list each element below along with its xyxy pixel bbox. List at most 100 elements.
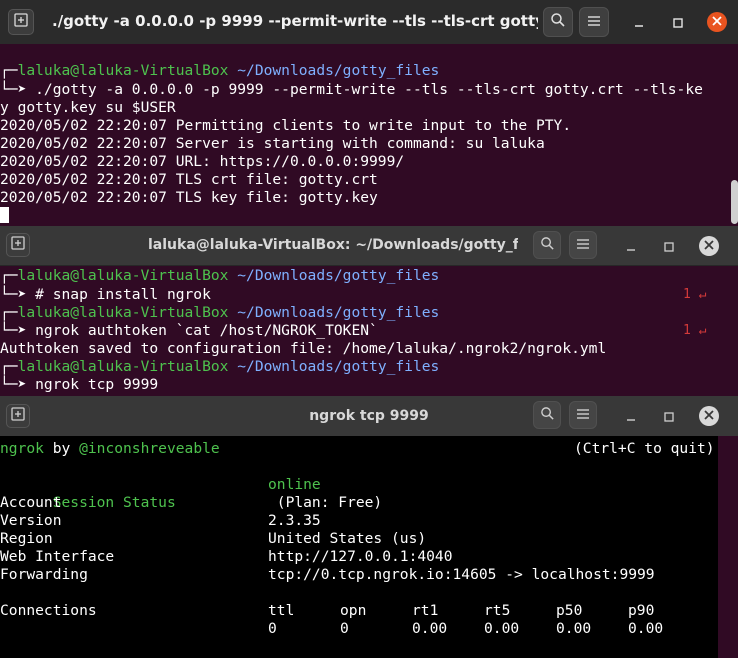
maximize-button[interactable] <box>660 407 678 425</box>
maximize-icon <box>664 407 674 426</box>
info-value: United States (us) <box>268 530 427 547</box>
command-text: ngrok tcp 9999 <box>26 376 159 393</box>
prompt-user: laluka@laluka-VirtualBox <box>17 304 229 321</box>
ngrok-author: @inconshreveable <box>79 440 220 457</box>
info-label: Region <box>0 530 53 547</box>
maximize-button[interactable] <box>660 237 678 255</box>
ngrok-console[interactable]: ngrok by @inconshreveable (Ctrl+C to qui… <box>0 438 718 658</box>
info-label: Version <box>0 512 62 529</box>
command-line-wrap: y gotty.key su $USER <box>0 99 176 116</box>
title-bar[interactable]: ./gotty -a 0.0.0.0 -p 9999 --permit-writ… <box>0 0 738 44</box>
maximize-icon <box>673 13 683 32</box>
info-label: Forwarding <box>0 566 88 583</box>
conn-value: 0.00 <box>412 620 448 637</box>
status-value: online <box>268 476 321 493</box>
conn-header: rt5 <box>484 602 511 619</box>
log-line: 2020/05/02 22:20:07 Permitting clients t… <box>0 117 572 134</box>
info-value: tcp://0.tcp.ngrok.io:14605 -> localhost:… <box>268 566 655 583</box>
prompt-corner: ┌─ <box>0 304 18 321</box>
conn-header: opn <box>340 602 367 619</box>
menu-button[interactable] <box>569 401 597 429</box>
close-icon <box>704 409 714 423</box>
minimize-icon <box>626 237 636 256</box>
terminal-window-ngrok-setup[interactable]: laluka@laluka-VirtualBox: ~/Downloads/go… <box>0 226 738 396</box>
conn-value: 0.00 <box>556 620 592 637</box>
prompt-path: ~/Downloads/gotty_files <box>237 358 440 375</box>
terminal-window-ngrok[interactable]: ngrok tcp 9999 ngrok by @inconshreveable… <box>0 396 738 658</box>
command-line: └─➤ # snap install ngrok <box>0 286 211 304</box>
maximize-button[interactable] <box>669 13 687 31</box>
scrollbar-thumb[interactable] <box>731 180 738 224</box>
minimize-button[interactable] <box>622 407 640 425</box>
search-icon <box>550 12 566 32</box>
close-button[interactable] <box>699 406 719 426</box>
prompt-line: ┌─laluka@laluka-VirtualBox ~/Downloads/g… <box>0 304 439 322</box>
quit-hint: (Ctrl+C to quit) <box>574 440 715 457</box>
prompt-corner: ┌─ <box>0 358 18 375</box>
exit-status: 1 ↵ <box>683 323 707 338</box>
maximize-icon <box>664 237 674 256</box>
log-line: 2020/05/02 22:20:07 TLS key file: gotty.… <box>0 189 378 206</box>
command-text: # snap install ngrok <box>26 286 211 303</box>
new-tab-button[interactable] <box>6 233 30 257</box>
conn-value: 0.00 <box>484 620 520 637</box>
search-button[interactable] <box>533 401 561 429</box>
window-edge-gap <box>718 436 738 658</box>
conn-header: p50 <box>556 602 583 619</box>
info-label: Account <box>0 494 62 511</box>
menu-button[interactable] <box>579 7 609 37</box>
conn-value: 0 <box>268 620 277 637</box>
command-line: └─➤ ngrok tcp 9999 <box>0 376 158 394</box>
prompt-corner: ┌─ <box>0 62 18 79</box>
info-label: Web Interface <box>0 548 115 565</box>
prompt-arrow: └─➤ <box>0 286 27 303</box>
conn-header: p90 <box>628 602 655 619</box>
menu-button[interactable] <box>569 231 597 259</box>
minimize-icon <box>626 407 636 426</box>
prompt-line: ┌─laluka@laluka-VirtualBox ~/Downloads/g… <box>0 62 439 80</box>
search-button[interactable] <box>533 231 561 259</box>
close-icon <box>712 15 722 29</box>
search-icon <box>540 236 555 255</box>
status-label: Session Status <box>52 494 176 511</box>
terminal-output[interactable]: ┌─laluka@laluka-VirtualBox ~/Downloads/g… <box>0 267 738 396</box>
prompt-arrow: └─➤ <box>0 81 27 98</box>
info-value: (Plan: Free) <box>268 494 383 511</box>
info-value: 2.3.35 <box>268 512 321 529</box>
command-text: ngrok authtoken `cat /host/NGROK_TOKEN` <box>26 322 378 339</box>
window-title: ./gotty -a 0.0.0.0 -p 9999 --permit-writ… <box>52 12 538 30</box>
ngrok-header: ngrok by @inconshreveable <box>0 440 220 458</box>
ngrok-by: by <box>43 440 80 457</box>
status-row: Session Status <box>0 476 176 511</box>
log-line: Authtoken saved to configuration file: /… <box>0 340 607 357</box>
prompt-path: ~/Downloads/gotty_files <box>237 267 440 284</box>
text-cursor <box>0 207 9 223</box>
log-line: 2020/05/02 22:20:07 Server is starting w… <box>0 135 545 152</box>
info-value: http://127.0.0.1:4040 <box>268 548 453 565</box>
prompt-line: ┌─laluka@laluka-VirtualBox ~/Downloads/g… <box>0 358 439 376</box>
prompt-arrow: └─➤ <box>0 376 27 393</box>
command-line: └─➤ ngrok authtoken `cat /host/NGROK_TOK… <box>0 322 378 340</box>
prompt-corner: ┌─ <box>0 267 18 284</box>
terminal-window-gotty[interactable]: ./gotty -a 0.0.0.0 -p 9999 --permit-writ… <box>0 0 738 226</box>
minimize-button[interactable] <box>622 237 640 255</box>
log-line: 2020/05/02 22:20:07 URL: https://0.0.0.0… <box>0 153 405 170</box>
search-icon <box>540 406 555 425</box>
title-bar[interactable]: laluka@laluka-VirtualBox: ~/Downloads/go… <box>0 226 738 266</box>
new-tab-icon <box>14 13 28 31</box>
hamburger-menu-icon <box>576 406 590 424</box>
terminal-output[interactable]: ┌─laluka@laluka-VirtualBox ~/Downloads/g… <box>0 62 738 226</box>
search-button[interactable] <box>543 7 573 37</box>
title-bar[interactable]: ngrok tcp 9999 <box>0 396 738 436</box>
hamburger-menu-icon <box>576 236 590 254</box>
minimize-button[interactable] <box>630 13 648 31</box>
new-tab-button[interactable] <box>8 9 34 35</box>
close-button[interactable] <box>699 236 719 256</box>
connections-label: Connections <box>0 602 97 619</box>
hamburger-menu-icon <box>587 13 601 31</box>
conn-header: ttl <box>268 602 295 619</box>
prompt-arrow: └─➤ <box>0 322 27 339</box>
close-button[interactable] <box>707 12 727 32</box>
new-tab-icon <box>11 236 25 254</box>
command-line: └─➤ ./gotty -a 0.0.0.0 -p 9999 --permit-… <box>0 81 703 99</box>
